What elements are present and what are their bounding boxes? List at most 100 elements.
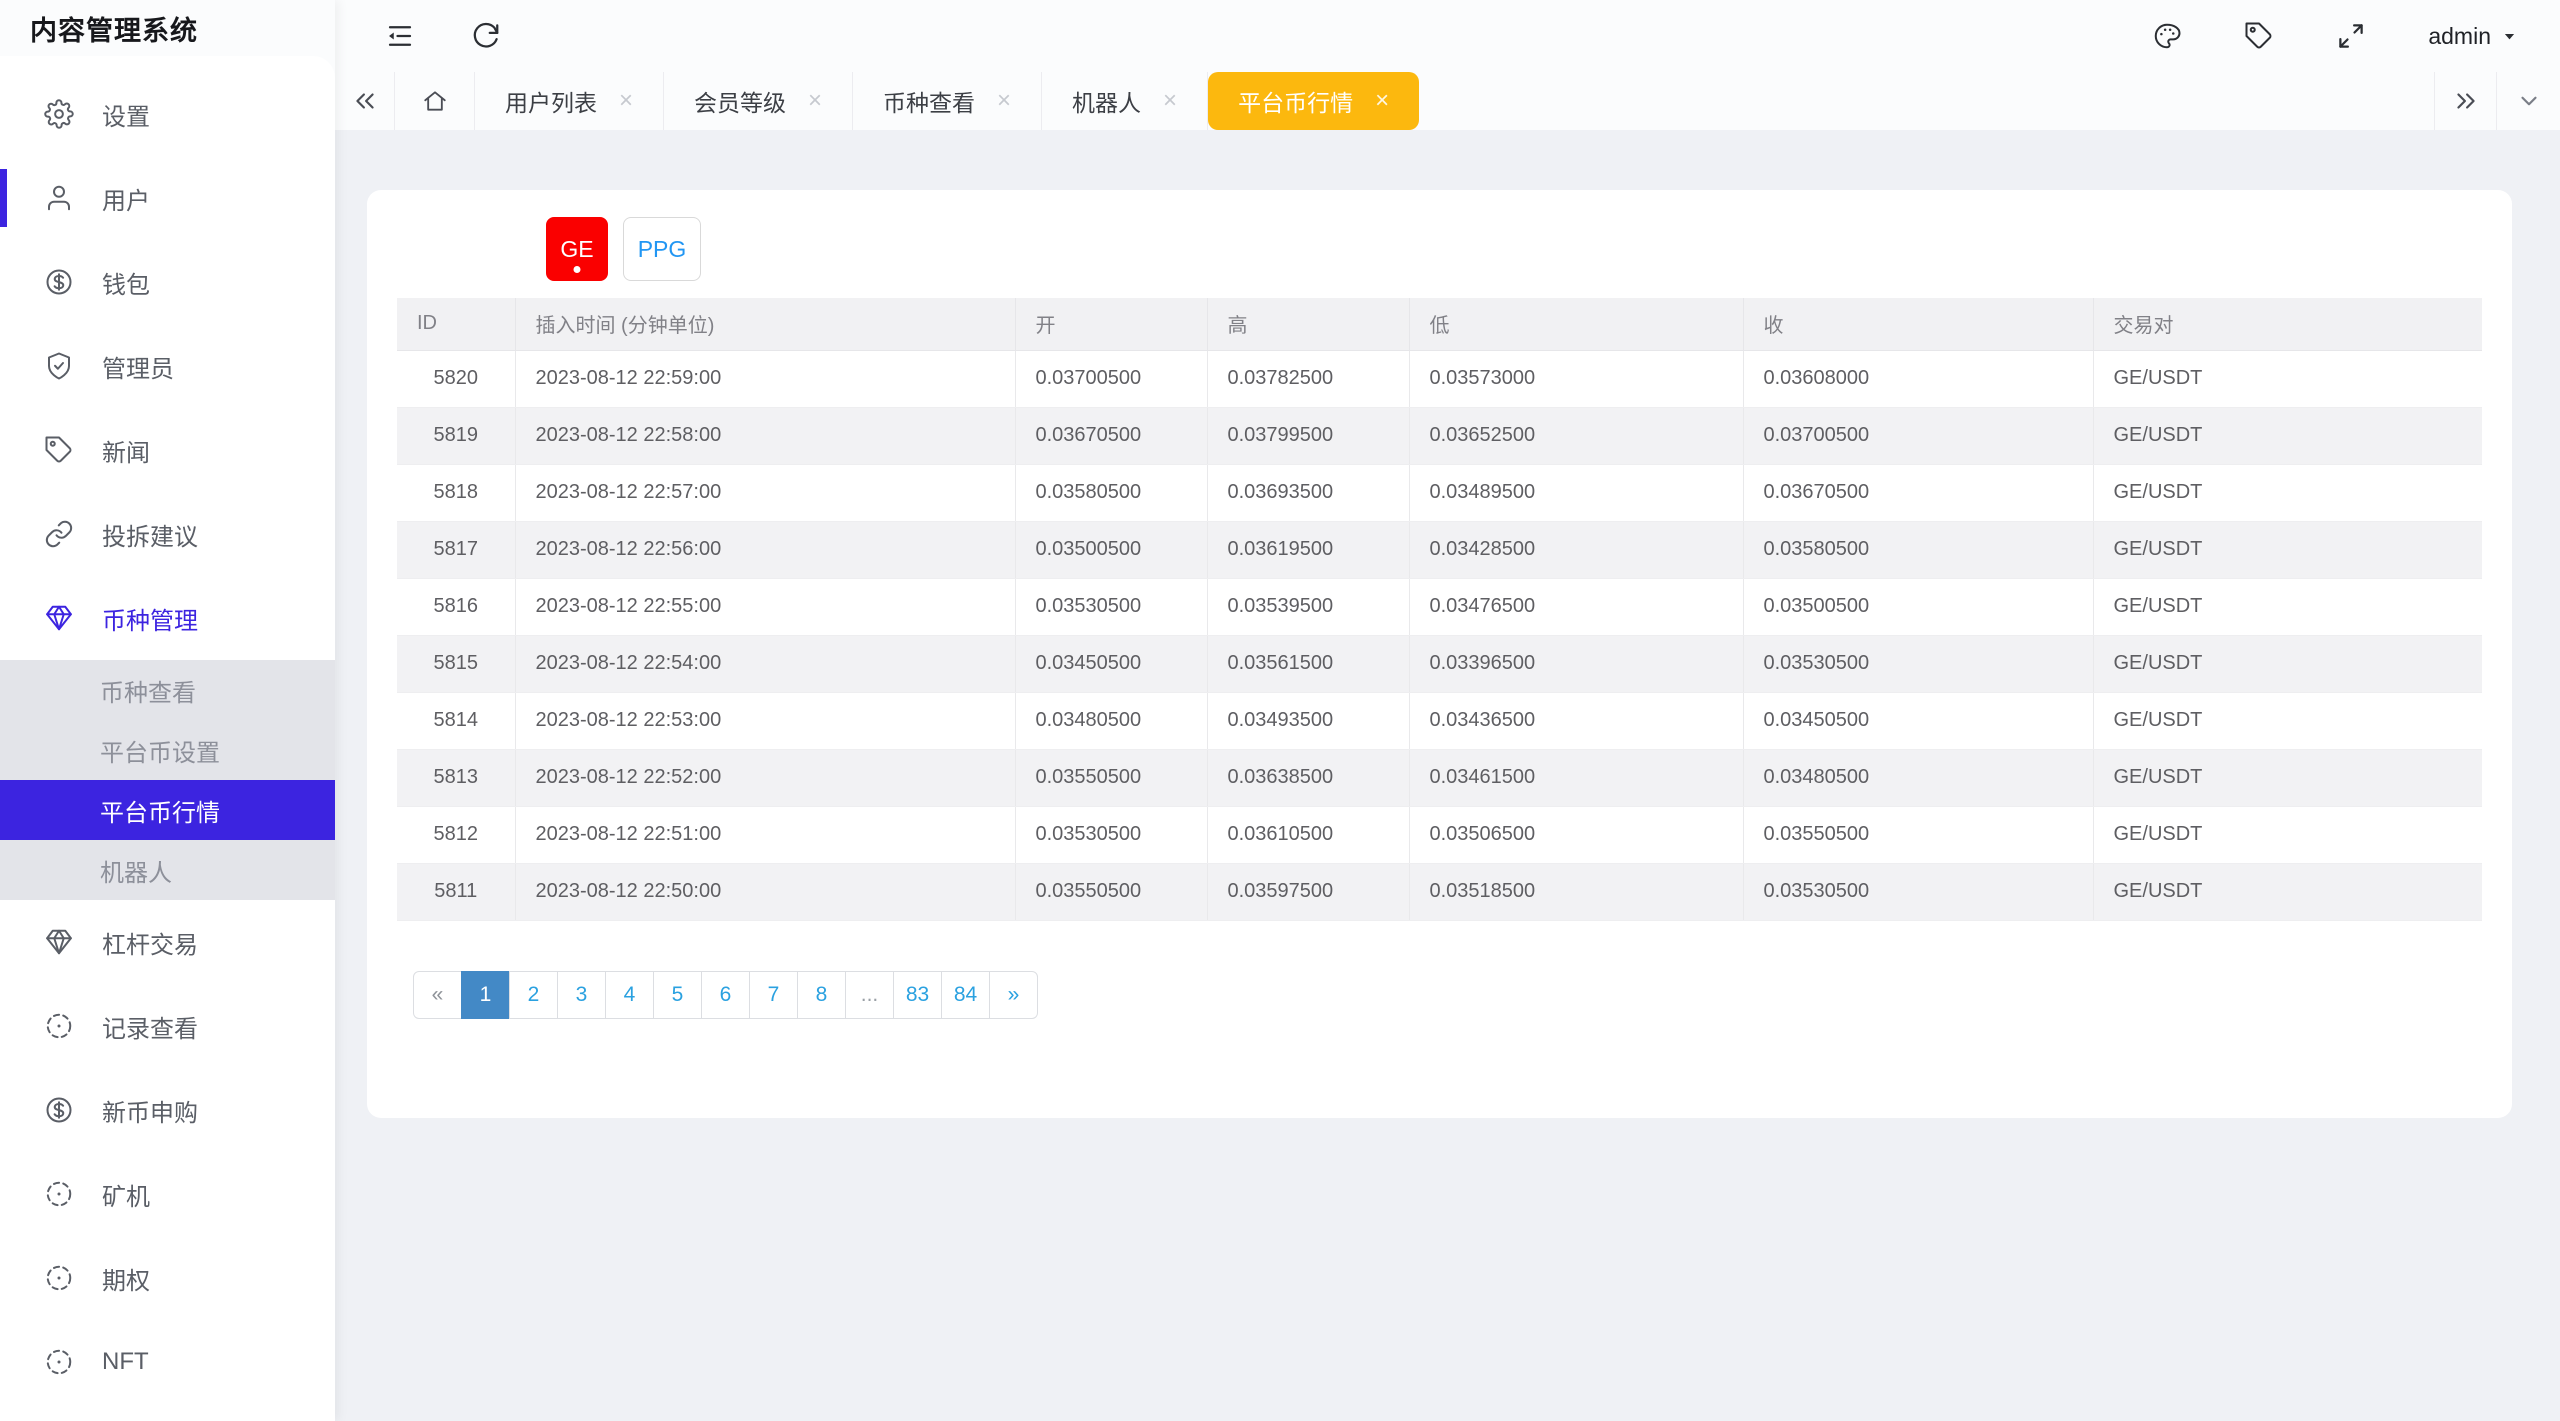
sidebar-item-coin-management[interactable]: 币种管理 [0, 576, 335, 660]
tab-close-icon[interactable]: × [997, 89, 1011, 113]
tag-icon[interactable] [2244, 21, 2274, 51]
cell-high: 0.03638500 [1207, 749, 1410, 807]
coin-button-ge[interactable]: GE [546, 217, 608, 281]
sidebar-item-label: 用户 [102, 187, 150, 215]
tab-close-icon[interactable]: × [1375, 89, 1389, 113]
tab-options-dropdown[interactable] [2496, 72, 2560, 130]
tabs-scroll-right-button[interactable] [2434, 72, 2496, 130]
column-header-close: 收 [1743, 298, 2094, 351]
sidebar-item-records[interactable]: 记录查看 [0, 984, 335, 1068]
menu-fold-icon[interactable] [385, 21, 415, 51]
cell-time: 2023-08-12 22:59:00 [515, 350, 1016, 408]
circle-dashed-icon [44, 1263, 74, 1293]
pagination-next[interactable]: » [989, 970, 1038, 1019]
cell-high: 0.03782500 [1207, 350, 1410, 408]
cell-high: 0.03493500 [1207, 692, 1410, 750]
sidebar-item-leverage-trade[interactable]: 杠杆交易 [0, 900, 335, 984]
user-icon [44, 183, 74, 213]
sidebar-item-news[interactable]: 新闻 [0, 408, 335, 492]
fullscreen-icon[interactable] [2336, 21, 2366, 51]
sidebar-item-nft[interactable]: NFT [0, 1320, 335, 1404]
submenu-item-coin-view[interactable]: 币种查看 [0, 660, 335, 720]
sidebar-item-settings[interactable]: 设置 [0, 72, 335, 156]
pagination-page-5[interactable]: 5 [653, 970, 702, 1019]
cell-pair: GE/USDT [2093, 635, 2482, 693]
tab-close-icon[interactable]: × [1163, 89, 1177, 113]
sidebar-item-wallet[interactable]: 钱包 [0, 240, 335, 324]
sidebar-item-label: 新币申购 [102, 1099, 198, 1127]
table-row: 5814 2023-08-12 22:53:00 0.03480500 0.03493… [397, 692, 2482, 750]
pagination-page-4[interactable]: 4 [605, 970, 654, 1019]
cell-id: 5815 [397, 635, 516, 693]
cell-time: 2023-08-12 22:58:00 [515, 407, 1016, 465]
cell-low: 0.03506500 [1409, 806, 1744, 864]
tab-coin-view[interactable]: 币种查看 × [853, 72, 1043, 130]
sidebar-item-label: 杠杆交易 [102, 931, 198, 959]
tab-spacer [1419, 72, 2434, 130]
table-row: 5820 2023-08-12 22:59:00 0.03700500 0.03782… [397, 350, 2482, 408]
cell-open: 0.03530500 [1015, 806, 1208, 864]
cell-low: 0.03652500 [1409, 407, 1744, 465]
cell-pair: GE/USDT [2093, 464, 2482, 522]
cell-low: 0.03476500 [1409, 578, 1744, 636]
dollar-circle-icon [44, 1095, 74, 1125]
cell-low: 0.03573000 [1409, 350, 1744, 408]
refresh-icon[interactable] [471, 21, 501, 51]
tab-member-level[interactable]: 会员等级 × [664, 72, 854, 130]
cell-low: 0.03396500 [1409, 635, 1744, 693]
column-header-id: ID [397, 298, 516, 351]
cell-open: 0.03530500 [1015, 578, 1208, 636]
pagination-prev[interactable]: « [413, 970, 462, 1019]
sidebar-item-feedback[interactable]: 投拆建议 [0, 492, 335, 576]
topbar-actions: admin [2090, 21, 2518, 51]
app-title: 内容管理系统 [30, 15, 198, 46]
pagination-page-2[interactable]: 2 [509, 970, 558, 1019]
cell-open: 0.03500500 [1015, 521, 1208, 579]
cell-id: 5818 [397, 464, 516, 522]
sidebar-item-admins[interactable]: 管理员 [0, 324, 335, 408]
sidebar-item-miner[interactable]: 矿机 [0, 1152, 335, 1236]
cell-low: 0.03518500 [1409, 863, 1744, 921]
pagination-page-3[interactable]: 3 [557, 970, 606, 1019]
user-menu[interactable]: admin [2428, 23, 2518, 50]
submenu-item-robot[interactable]: 机器人 [0, 840, 335, 900]
tab-close-icon[interactable]: × [808, 89, 822, 113]
pagination-page-84[interactable]: 84 [941, 970, 990, 1019]
cell-pair: GE/USDT [2093, 350, 2482, 408]
cell-time: 2023-08-12 22:51:00 [515, 806, 1016, 864]
home-tab-button[interactable] [395, 72, 475, 130]
tab-close-icon[interactable]: × [619, 89, 633, 113]
main-area: admin 用户列表 × 会员等级 × 币种查看 × 机器人 × 平台币行情 × [335, 0, 2560, 1421]
tabs-scroll-left-button[interactable] [335, 72, 395, 130]
cell-high: 0.03539500 [1207, 578, 1410, 636]
tab-robot[interactable]: 机器人 × [1042, 72, 1209, 130]
tab-platform-coin-market[interactable]: 平台币行情 × [1208, 72, 1420, 130]
pagination-page-6[interactable]: 6 [701, 970, 750, 1019]
home-icon [423, 91, 446, 111]
double-chevron-right-icon [2456, 93, 2475, 109]
coin-button-ppg[interactable]: PPG [623, 217, 701, 281]
pagination-page-83[interactable]: 83 [893, 970, 942, 1019]
sidebar-item-new-coin-sub[interactable]: 新币申购 [0, 1068, 335, 1152]
theme-palette-icon[interactable] [2152, 21, 2182, 51]
sidebar-item-label: NFT [102, 1348, 149, 1375]
cell-id: 5816 [397, 578, 516, 636]
cell-time: 2023-08-12 22:52:00 [515, 749, 1016, 807]
cell-time: 2023-08-12 22:54:00 [515, 635, 1016, 693]
submenu-item-platform-coin-market[interactable]: 平台币行情 [0, 780, 335, 840]
cell-close: 0.03480500 [1743, 749, 2094, 807]
pagination-page-8[interactable]: 8 [797, 970, 846, 1019]
cell-close: 0.03530500 [1743, 863, 2094, 921]
gear-icon [44, 99, 74, 129]
sidebar-item-options[interactable]: 期权 [0, 1236, 335, 1320]
pagination-page-7[interactable]: 7 [749, 970, 798, 1019]
sidebar-item-label: 币种管理 [102, 607, 198, 635]
cell-close: 0.03500500 [1743, 578, 2094, 636]
coin-selector: GE PPG [546, 217, 2482, 281]
sidebar-item-label: 新闻 [102, 439, 150, 467]
tab-user-list[interactable]: 用户列表 × [475, 72, 665, 130]
sidebar-item-users[interactable]: 用户 [0, 156, 335, 240]
pagination-page-1[interactable]: 1 [461, 970, 510, 1019]
cell-pair: GE/USDT [2093, 692, 2482, 750]
submenu-item-platform-coin-config[interactable]: 平台币设置 [0, 720, 335, 780]
